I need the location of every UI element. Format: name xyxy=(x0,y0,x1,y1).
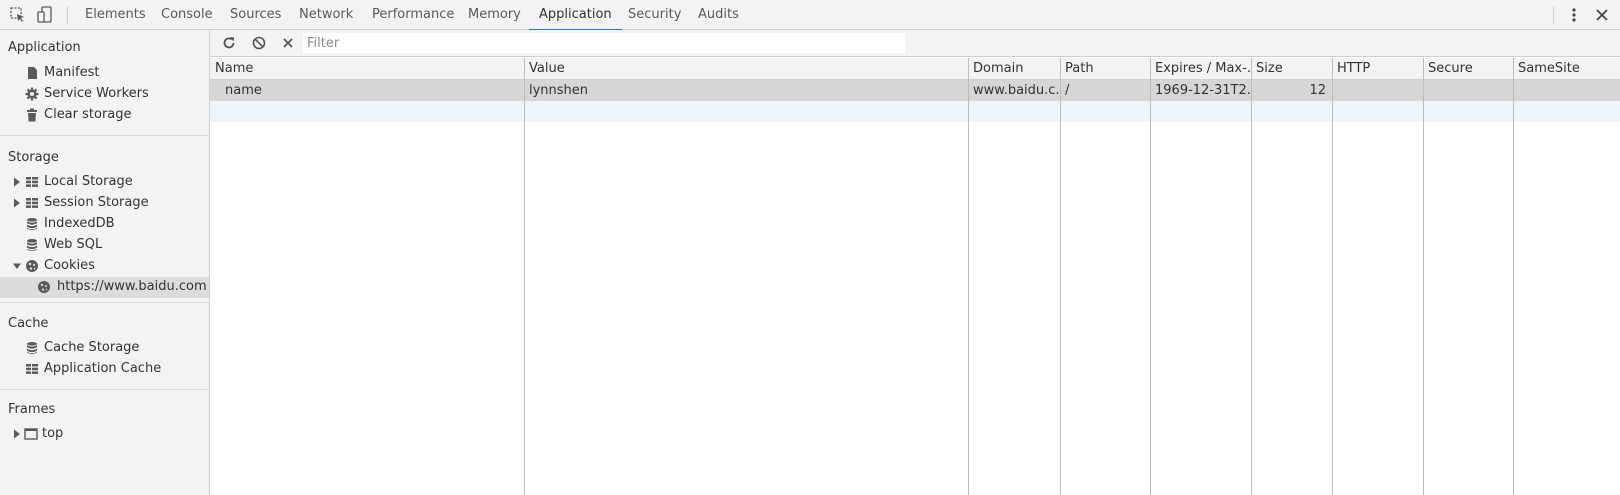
sidebar-item-label: Application Cache xyxy=(44,361,162,376)
filter-input[interactable] xyxy=(303,33,905,53)
tab-elements[interactable]: Elements xyxy=(85,0,146,30)
table-row[interactable]: name lynnshen www.baidu.c... / 1969-12-3… xyxy=(210,80,1620,101)
cookie-icon xyxy=(37,280,51,294)
column-header-size[interactable]: Size xyxy=(1251,58,1332,80)
sidebar: Application Manifest Service Workers Cle… xyxy=(0,30,210,495)
toolbar-divider xyxy=(67,6,68,24)
expand-arrow-icon[interactable] xyxy=(12,176,22,188)
frame-icon xyxy=(24,427,38,441)
section-divider xyxy=(0,389,210,390)
tab-console[interactable]: Console xyxy=(161,0,213,30)
column-divider[interactable] xyxy=(524,58,525,495)
column-header-samesite[interactable]: SameSite xyxy=(1513,58,1620,80)
column-divider[interactable] xyxy=(1150,58,1151,495)
sidebar-item-label: Cache Storage xyxy=(44,340,140,355)
clear-icon[interactable] xyxy=(280,35,296,51)
column-divider[interactable] xyxy=(1332,58,1333,495)
tab-audits[interactable]: Audits xyxy=(698,0,739,30)
column-header-path[interactable]: Path xyxy=(1060,58,1150,80)
column-divider[interactable] xyxy=(1251,58,1252,495)
tab-sources[interactable]: Sources xyxy=(230,0,281,30)
grid-icon xyxy=(25,196,39,210)
cell-name: name xyxy=(225,83,262,98)
tab-performance[interactable]: Performance xyxy=(372,0,454,30)
column-divider[interactable] xyxy=(1513,58,1514,495)
sidebar-item-indexeddb[interactable]: IndexedDB xyxy=(0,214,209,235)
database-icon xyxy=(25,238,39,252)
sidebar-item-label: Web SQL xyxy=(44,237,103,252)
tab-memory[interactable]: Memory xyxy=(468,0,521,30)
gear-icon xyxy=(25,87,39,101)
cell-expires: 1969-12-31T2... xyxy=(1155,83,1251,98)
cookie-table: Name Value Domain Path Expires / Max-...… xyxy=(210,58,1620,495)
file-icon xyxy=(25,66,39,80)
trash-icon xyxy=(25,108,39,122)
collapse-arrow-icon[interactable] xyxy=(12,260,22,272)
sidebar-item-local-storage[interactable]: Local Storage xyxy=(0,172,209,193)
section-title-storage: Storage xyxy=(8,150,59,165)
sidebar-item-manifest[interactable]: Manifest xyxy=(0,63,209,84)
column-divider[interactable] xyxy=(1060,58,1061,495)
section-divider xyxy=(0,135,210,136)
sidebar-item-service-workers[interactable]: Service Workers xyxy=(0,84,209,105)
cell-samesite xyxy=(1513,80,1620,101)
section-title-application: Application xyxy=(8,40,81,55)
expand-arrow-icon[interactable] xyxy=(12,197,22,209)
section-title-frames: Frames xyxy=(8,402,56,417)
sidebar-item-label: https://www.baidu.com xyxy=(57,279,207,294)
devtools-tab-bar: Elements Console Sources Network Perform… xyxy=(0,0,1620,31)
column-header-http[interactable]: HTTP xyxy=(1332,58,1423,80)
section-divider xyxy=(0,302,210,303)
sidebar-item-session-storage[interactable]: Session Storage xyxy=(0,193,209,214)
sidebar-item-cache-storage[interactable]: Cache Storage xyxy=(0,338,209,359)
sidebar-item-cookie-origin[interactable]: https://www.baidu.com xyxy=(0,277,209,298)
device-toolbar-icon[interactable] xyxy=(35,5,55,25)
database-icon xyxy=(25,341,39,355)
cell-secure xyxy=(1423,80,1513,101)
sidebar-item-label: Local Storage xyxy=(44,174,133,189)
sidebar-item-web-sql[interactable]: Web SQL xyxy=(0,235,209,256)
sidebar-item-label: Cookies xyxy=(44,258,95,273)
close-icon[interactable] xyxy=(1592,5,1612,25)
sidebar-item-label: Clear storage xyxy=(44,107,132,122)
cell-path: / xyxy=(1065,83,1070,98)
column-divider[interactable] xyxy=(1423,58,1424,495)
column-header-value[interactable]: Value xyxy=(524,58,968,80)
expand-arrow-icon[interactable] xyxy=(12,428,22,440)
block-icon[interactable] xyxy=(251,35,267,51)
cell-domain: www.baidu.c... xyxy=(973,83,1060,98)
tab-network[interactable]: Network xyxy=(299,0,353,30)
sidebar-item-application-cache[interactable]: Application Cache xyxy=(0,359,209,380)
tab-application[interactable]: Application xyxy=(529,0,622,31)
grid-icon xyxy=(25,362,39,376)
sidebar-item-label: Service Workers xyxy=(44,86,149,101)
sidebar-item-label: Session Storage xyxy=(44,195,149,210)
sidebar-item-label: top xyxy=(42,426,64,441)
cell-value: lynnshen xyxy=(529,83,589,98)
column-header-name[interactable]: Name xyxy=(210,58,524,80)
table-header: Name Value Domain Path Expires / Max-...… xyxy=(210,58,1620,80)
more-options-icon[interactable] xyxy=(1564,5,1584,25)
sidebar-item-cookies[interactable]: Cookies xyxy=(0,256,209,277)
database-icon xyxy=(25,217,39,231)
tab-security[interactable]: Security xyxy=(628,0,681,30)
sidebar-item-frame-top[interactable]: top xyxy=(0,424,209,445)
column-header-expires[interactable]: Expires / Max-... xyxy=(1150,58,1251,80)
column-header-secure[interactable]: Secure xyxy=(1423,58,1513,80)
sidebar-item-label: IndexedDB xyxy=(44,216,115,231)
column-divider[interactable] xyxy=(968,58,969,495)
cookie-icon xyxy=(25,259,39,273)
cell-http xyxy=(1332,80,1423,101)
cell-size: 12 xyxy=(1309,83,1326,98)
column-header-domain[interactable]: Domain xyxy=(968,58,1060,80)
section-title-cache: Cache xyxy=(8,316,49,331)
table-row-empty[interactable] xyxy=(210,101,1620,122)
toolbar-divider xyxy=(1553,6,1554,24)
grid-icon xyxy=(25,175,39,189)
refresh-icon[interactable] xyxy=(221,35,237,51)
sidebar-item-label: Manifest xyxy=(44,65,100,80)
cookie-toolbar xyxy=(210,30,1620,57)
inspect-element-icon[interactable] xyxy=(8,5,28,25)
sidebar-item-clear-storage[interactable]: Clear storage xyxy=(0,105,209,126)
